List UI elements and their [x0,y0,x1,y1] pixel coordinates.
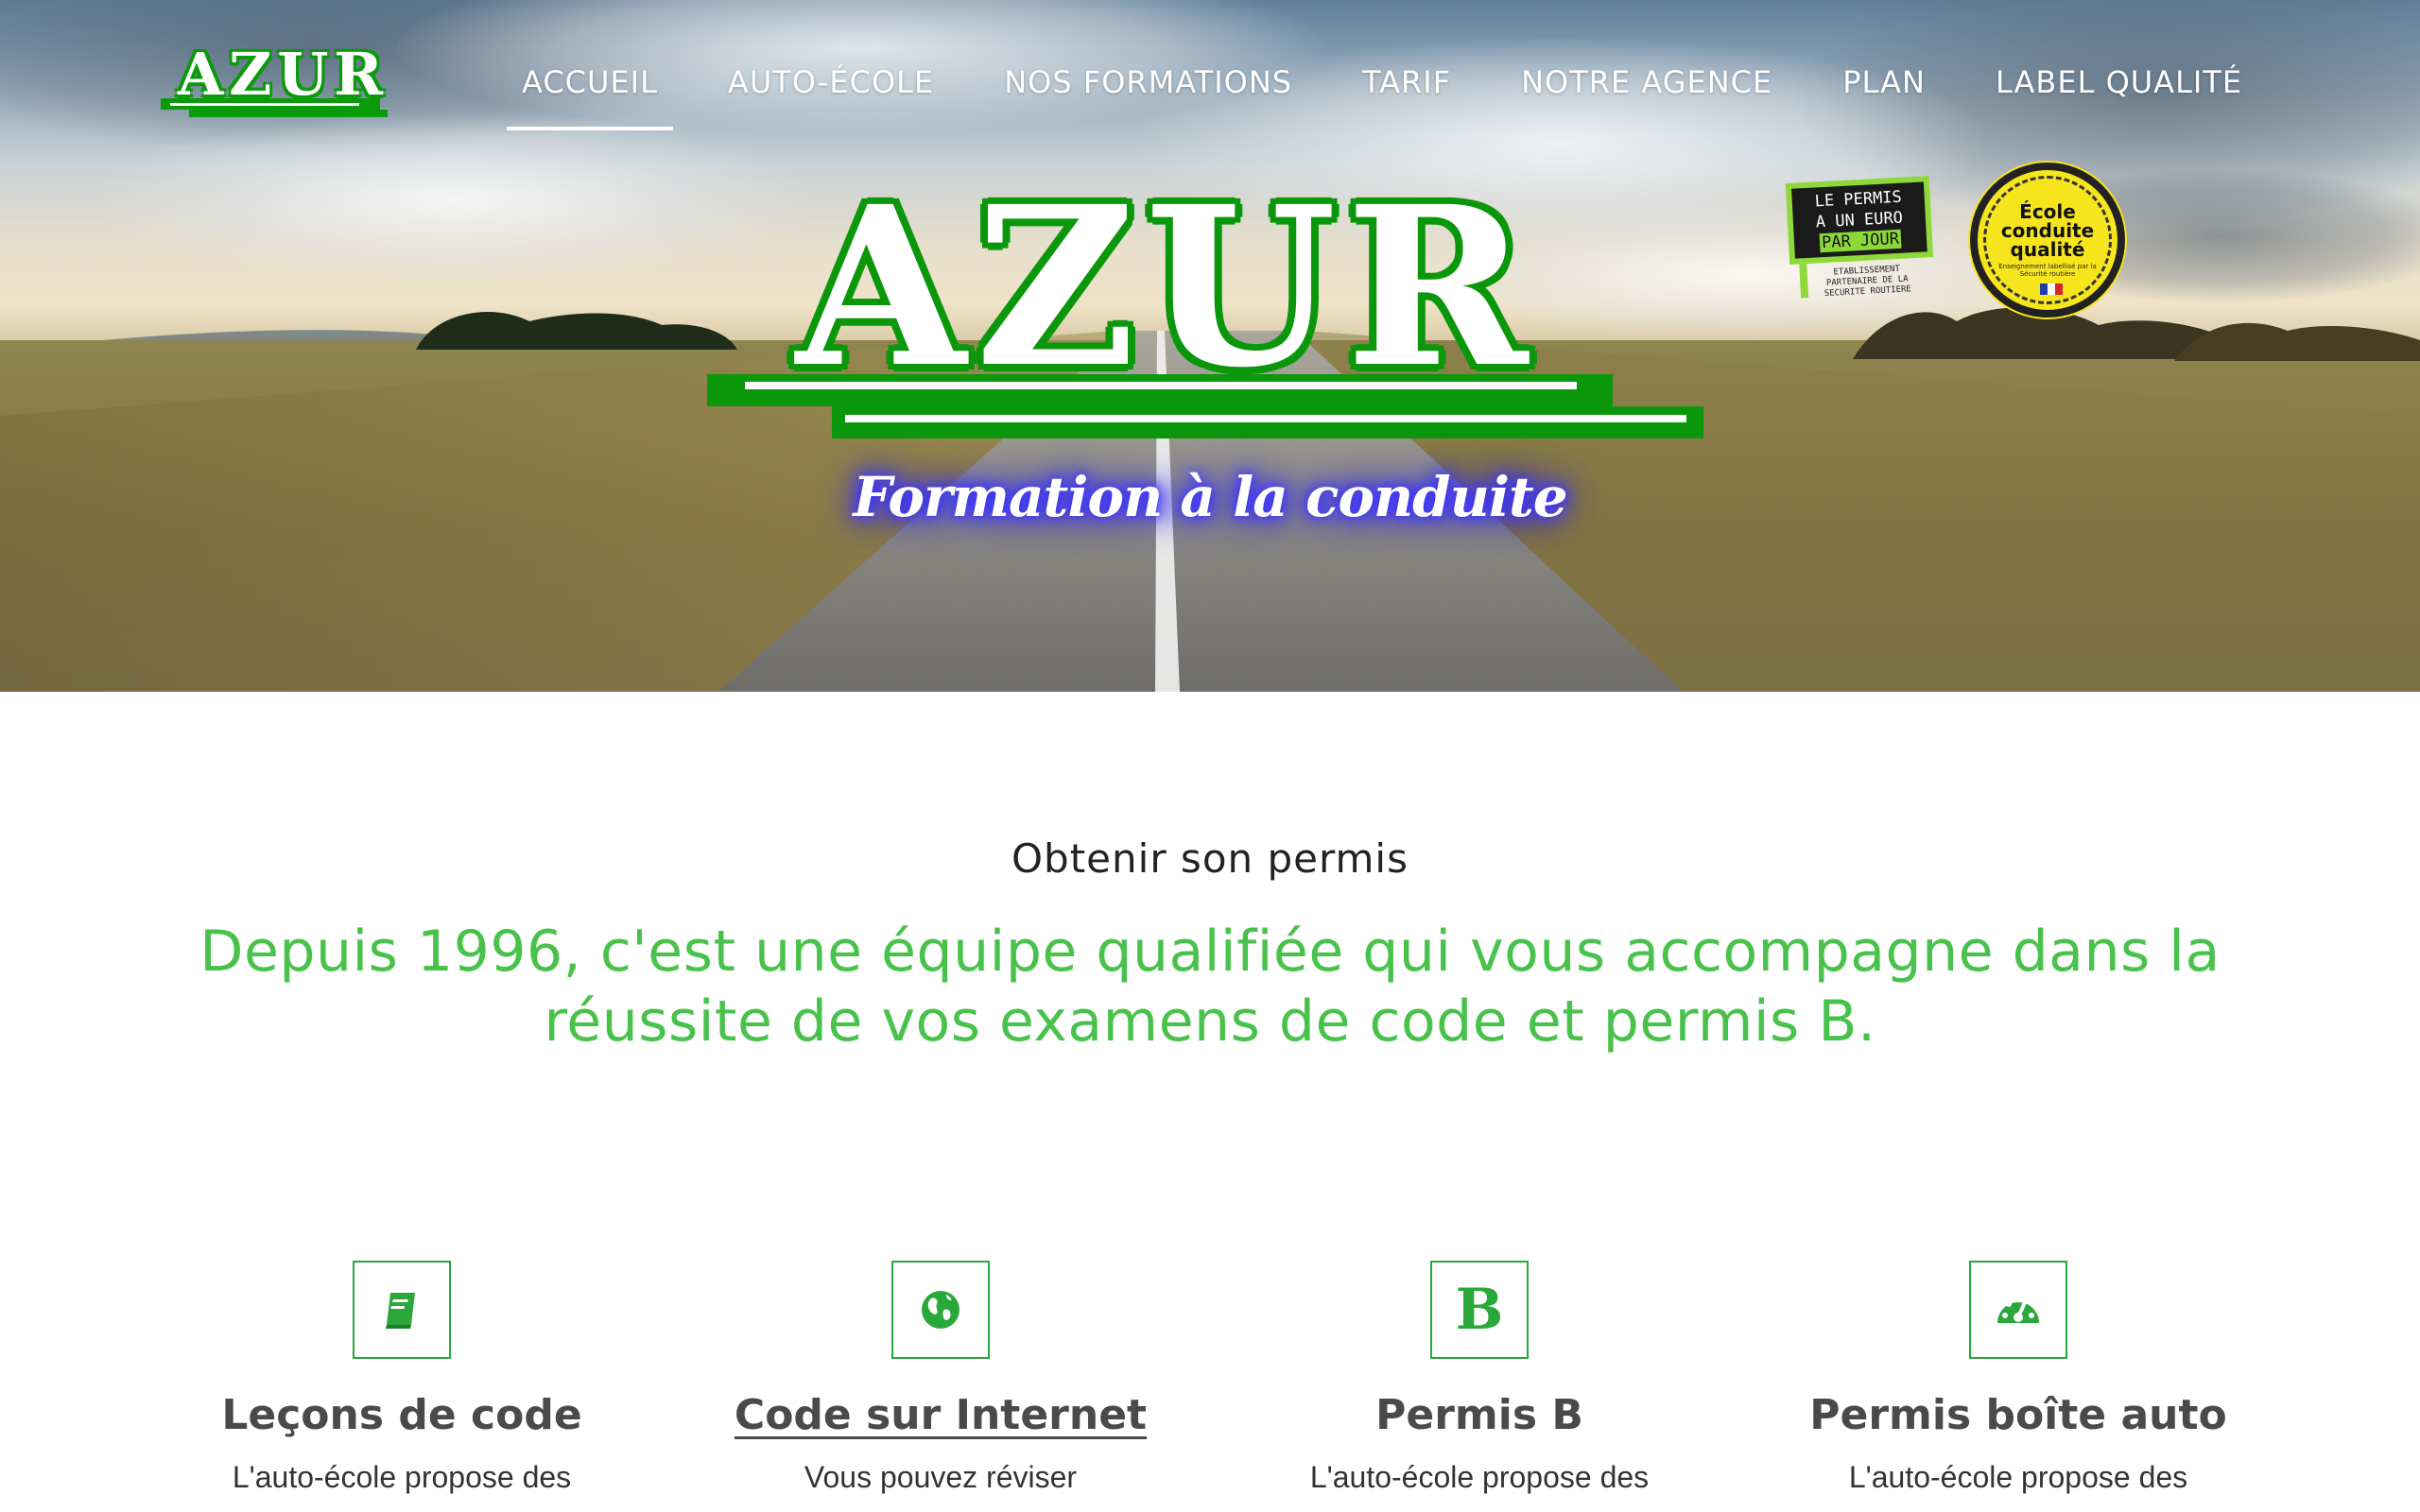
feature-icon-box [891,1261,990,1359]
nav-item-accueil[interactable]: ACCUEIL [507,59,673,130]
badge-quality-title: École conduite qualité [2000,200,2095,261]
feature-lecons-de-code[interactable]: Leçons de code L'auto-école propose des [132,1261,671,1495]
globe-icon [922,1291,959,1329]
feature-title: Permis boîte auto [1809,1391,2227,1439]
feature-icon-box: B [1430,1261,1529,1359]
feature-desc: L'auto-école propose des [1309,1460,1650,1494]
nav-item-plan[interactable]: PLAN [1827,59,1941,106]
feature-desc: L'auto-école propose des [1848,1460,2188,1494]
section-headline: Depuis 1996, c'est une équipe qualifiée … [199,919,2221,1055]
site-logo-bar [189,110,388,117]
features-row: Leçons de code L'auto-école propose des … [0,1261,2420,1512]
badge-euro-inner: LE PERMIS A UN EURO PAR JOUR [1791,181,1927,259]
hero-logo: AZUR [707,174,1704,454]
feature-desc: Vous pouvez réviser [804,1460,1078,1494]
nav-item-nos-formations[interactable]: NOS FORMATIONS [989,59,1307,106]
letter-b-icon: B [1455,1277,1504,1343]
nav-item-auto-ecole[interactable]: AUTO-ÉCOLE [713,59,949,106]
feature-icon-box [353,1261,451,1359]
feature-icon-box [1969,1261,2067,1359]
hero-logo-text: AZUR [796,158,1538,416]
feature-title: Permis B [1375,1391,1583,1439]
site-logo[interactable]: AZUR [161,42,388,117]
feature-permis-boite-auto[interactable]: Permis boîte auto L'auto-école propose d… [1749,1261,2288,1495]
feature-title: Leçons de code [221,1391,582,1439]
nav-item-tarif[interactable]: TARIF [1347,59,1466,106]
nav-item-notre-agence[interactable]: NOTRE AGENCE [1506,59,1788,106]
section-subtitle: Obtenir son permis [1011,835,1409,882]
main-nav: ACCUEIL AUTO-ÉCOLE NOS FORMATIONS TARIF … [507,59,2257,130]
feature-permis-b[interactable]: B Permis B L'auto-école propose des [1210,1261,1749,1495]
feature-code-sur-internet[interactable]: Code sur Internet Vous pouvez réviser [671,1261,1210,1495]
badge-euro-line3: PAR JOUR [1819,229,1902,253]
badge-quality-sub: Enseignement labellisé par la Sécurité r… [1998,263,2097,278]
feature-desc: L'auto-école propose des [232,1460,572,1494]
nav-item-label-qualite[interactable]: LABEL QUALITÉ [1980,59,2257,106]
site-logo-bar [161,98,380,110]
badge-euro-caption: ETABLISSEMENT PARTENAIRE DE LA SECURITE … [1824,264,1912,300]
speedometer-icon [1997,1297,2039,1323]
feature-title-link[interactable]: Code sur Internet [671,1391,1210,1439]
permis-un-euro-badge[interactable]: LE PERMIS A UN EURO PAR JOUR ETABLISSEME… [1785,176,1935,304]
cloud [95,113,813,284]
badge-euro-box: LE PERMIS A UN EURO PAR JOUR [1785,176,1934,265]
hero-tagline: Formation à la conduite [0,461,2420,533]
french-flag-icon [2040,284,2063,295]
book-icon [386,1293,415,1329]
label-qualite-badge[interactable]: École conduite qualité Enseignement labe… [1970,163,2125,318]
hero-tagline-text: Formation à la conduite [853,465,1567,529]
